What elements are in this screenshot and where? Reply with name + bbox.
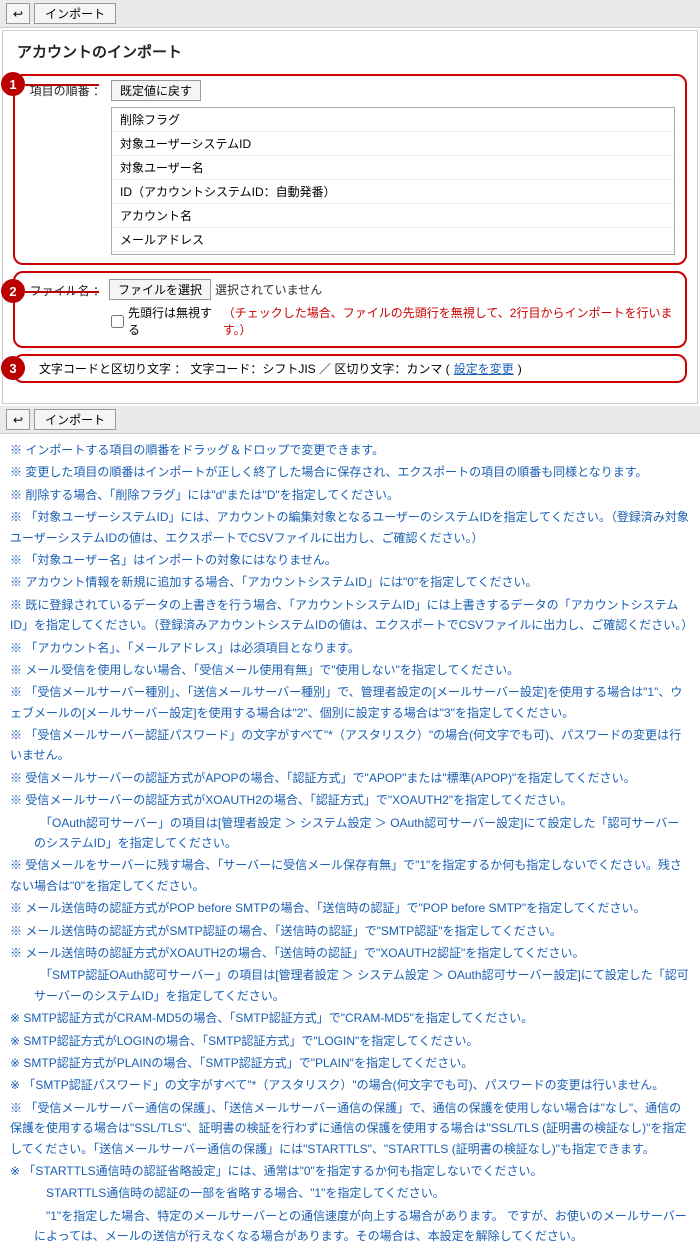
note-line: ※ 「受信メールサーバー認証パスワード」の文字がすべて"*（アスタリスク）"の場… (10, 725, 690, 766)
connector-1 (25, 84, 99, 86)
note-line: ※ 「SMTP認証パスワード」の文字がすべて"*（アスタリスク）"の場合(何文字… (10, 1075, 690, 1095)
note-line: 「OAuth認可サーバー」の項目は[管理者設定 ＞ システム設定 ＞ OAuth… (10, 813, 690, 854)
note-line: ※ SMTP認証方式がLOGINの場合、「SMTP認証方式」で"LOGIN"を指… (10, 1031, 690, 1051)
note-line: ※ 受信メールをサーバーに残す場合、「サーバーに受信メール保存有無」で"1"を指… (10, 855, 690, 896)
note-line: ※ 「受信メールサーバー通信の保護」、「送信メールサーバー通信の保護」で、通信の… (10, 1098, 690, 1159)
section-field-order: 1 項目の順番 ： 既定値に戻す 削除フラグ対象ユーザーシステムID対象ユーザー… (13, 74, 687, 265)
choose-file-button[interactable]: ファイルを選択 (109, 279, 211, 300)
back-button[interactable]: ↩ (6, 3, 30, 24)
field-order-label: 項目の順番 ： (25, 80, 105, 99)
field-order-item[interactable]: 対象ユーザー名 (112, 156, 674, 180)
note-line: ※ 削除する場合、「削除フラグ」には"d"または"D"を指定してください。 (10, 485, 690, 505)
step-bubble-2: 2 (1, 279, 25, 303)
connector-2 (25, 291, 99, 293)
field-order-listbox[interactable]: 削除フラグ対象ユーザーシステムID対象ユーザー名ID（アカウントシステムID：自… (111, 107, 675, 255)
panel-title: アカウントのインポート (17, 41, 687, 62)
note-line: ※ 受信メールサーバーの認証方式がAPOPの場合、「認証方式」で"APOP"また… (10, 768, 690, 788)
field-order-item[interactable]: 対象ユーザーシステムID (112, 132, 674, 156)
note-line: ※ 「対象ユーザーシステムID」には、アカウントの編集対象となるユーザーのシステ… (10, 507, 690, 548)
import-panel: アカウントのインポート 1 項目の順番 ： 既定値に戻す 削除フラグ対象ユーザー… (2, 30, 698, 404)
note-line: ※ 受信メールサーバーの認証方式がXOAUTH2の場合、「認証方式」で"XOAU… (10, 790, 690, 810)
section-encoding: 3 文字コードと区切り文字 ： 文字コード：シフトJIS ／ 区切り文字：カンマ… (13, 354, 687, 383)
note-line: ※ 「対象ユーザー名」はインポートの対象にはなりません。 (10, 550, 690, 570)
note-line: "1"を指定した場合、特定のメールサーバーとの通信速度が向上する場合があります。… (10, 1206, 690, 1247)
encoding-label: 文字コードと区切り文字 ： (39, 360, 186, 377)
note-line: 「SMTP認証OAuth認可サーバー」の項目は[管理者設定 ＞ システム設定 ＞… (10, 965, 690, 1006)
change-encoding-link[interactable]: 設定を変更 (454, 360, 514, 377)
note-line: ※ SMTP認証方式がPLAINの場合、「SMTP認証方式」で"PLAIN"を指… (10, 1053, 690, 1073)
step-bubble-1: 1 (1, 72, 25, 96)
bottom-toolbar: ↩ インポート (0, 406, 700, 434)
field-order-item[interactable]: ID（アカウントシステムID：自動発番） (112, 180, 674, 204)
encoding-value: 文字コード：シフトJIS ／ 区切り文字：カンマ ( (190, 360, 449, 377)
no-file-text: 選択されていません (215, 281, 322, 298)
field-order-item[interactable]: 削除フラグ (112, 108, 674, 132)
field-order-item[interactable]: 表示名 (112, 252, 674, 255)
skip-header-label: 先頭行は無視する (128, 304, 219, 338)
skip-header-checkbox[interactable] (111, 315, 124, 328)
note-line: ※ アカウント情報を新規に追加する場合、「アカウントシステムID」には"0"を指… (10, 572, 690, 592)
note-line: ※ 「アカウント名」、「メールアドレス」は必須項目となります。 (10, 638, 690, 658)
note-line: ※ メール受信を使用しない場合、「受信メール使用有無」で"使用しない"を指定して… (10, 660, 690, 680)
note-line: ※ メール送信時の認証方式がSMTP認証の場合、「送信時の認証」で"SMTP認証… (10, 921, 690, 941)
note-line: ※ 変更した項目の順番はインポートが正しく終了した場合に保存され、エクスポートの… (10, 462, 690, 482)
note-line: ※ メール送信時の認証方式がXOAUTH2の場合、「送信時の認証」で"XOAUT… (10, 943, 690, 963)
note-line: ※ 「受信メールサーバー種別」、「送信メールサーバー種別」で、管理者設定の[メー… (10, 682, 690, 723)
note-line: ※ 既に登録されているデータの上書きを行う場合、「アカウントシステムID」には上… (10, 595, 690, 636)
note-line: ※ 「STARTTLS通信時の認証省略設定」には、通常は"0"を指定するか何も指… (10, 1161, 690, 1181)
skip-header-note: （チェックした場合、ファイルの先頭行を無視して、2行目からインポートを行います。… (223, 304, 675, 338)
note-line: ※ インポートする項目の順番をドラッグ＆ドロップで変更できます。 (10, 440, 690, 460)
file-label: ファイル名 ： (25, 280, 105, 299)
field-order-item[interactable]: アカウント名 (112, 204, 674, 228)
note-line: STARTTLS通信時の認証の一部を省略する場合、"1"を指定してください。 (10, 1183, 690, 1203)
back-button-bottom[interactable]: ↩ (6, 409, 30, 430)
notes-block: ※ インポートする項目の順番をドラッグ＆ドロップで変更できます。※ 変更した項目… (0, 434, 700, 1254)
note-line: ※ メール送信時の認証方式がPOP before SMTPの場合、「送信時の認証… (10, 898, 690, 918)
section-file: 2 ファイル名 ： ファイルを選択 選択されていません 先頭行は無視する （チェ… (13, 271, 687, 348)
reset-default-button[interactable]: 既定値に戻す (111, 80, 201, 101)
import-button-bottom[interactable]: インポート (34, 409, 116, 430)
field-order-item[interactable]: メールアドレス (112, 228, 674, 252)
encoding-tail: ) (518, 362, 522, 376)
import-button-top[interactable]: インポート (34, 3, 116, 24)
step-bubble-3: 3 (1, 356, 25, 380)
note-line: ※ SMTP認証方式がCRAM-MD5の場合、「SMTP認証方式」で"CRAM-… (10, 1008, 690, 1028)
top-toolbar: ↩ インポート (0, 0, 700, 28)
